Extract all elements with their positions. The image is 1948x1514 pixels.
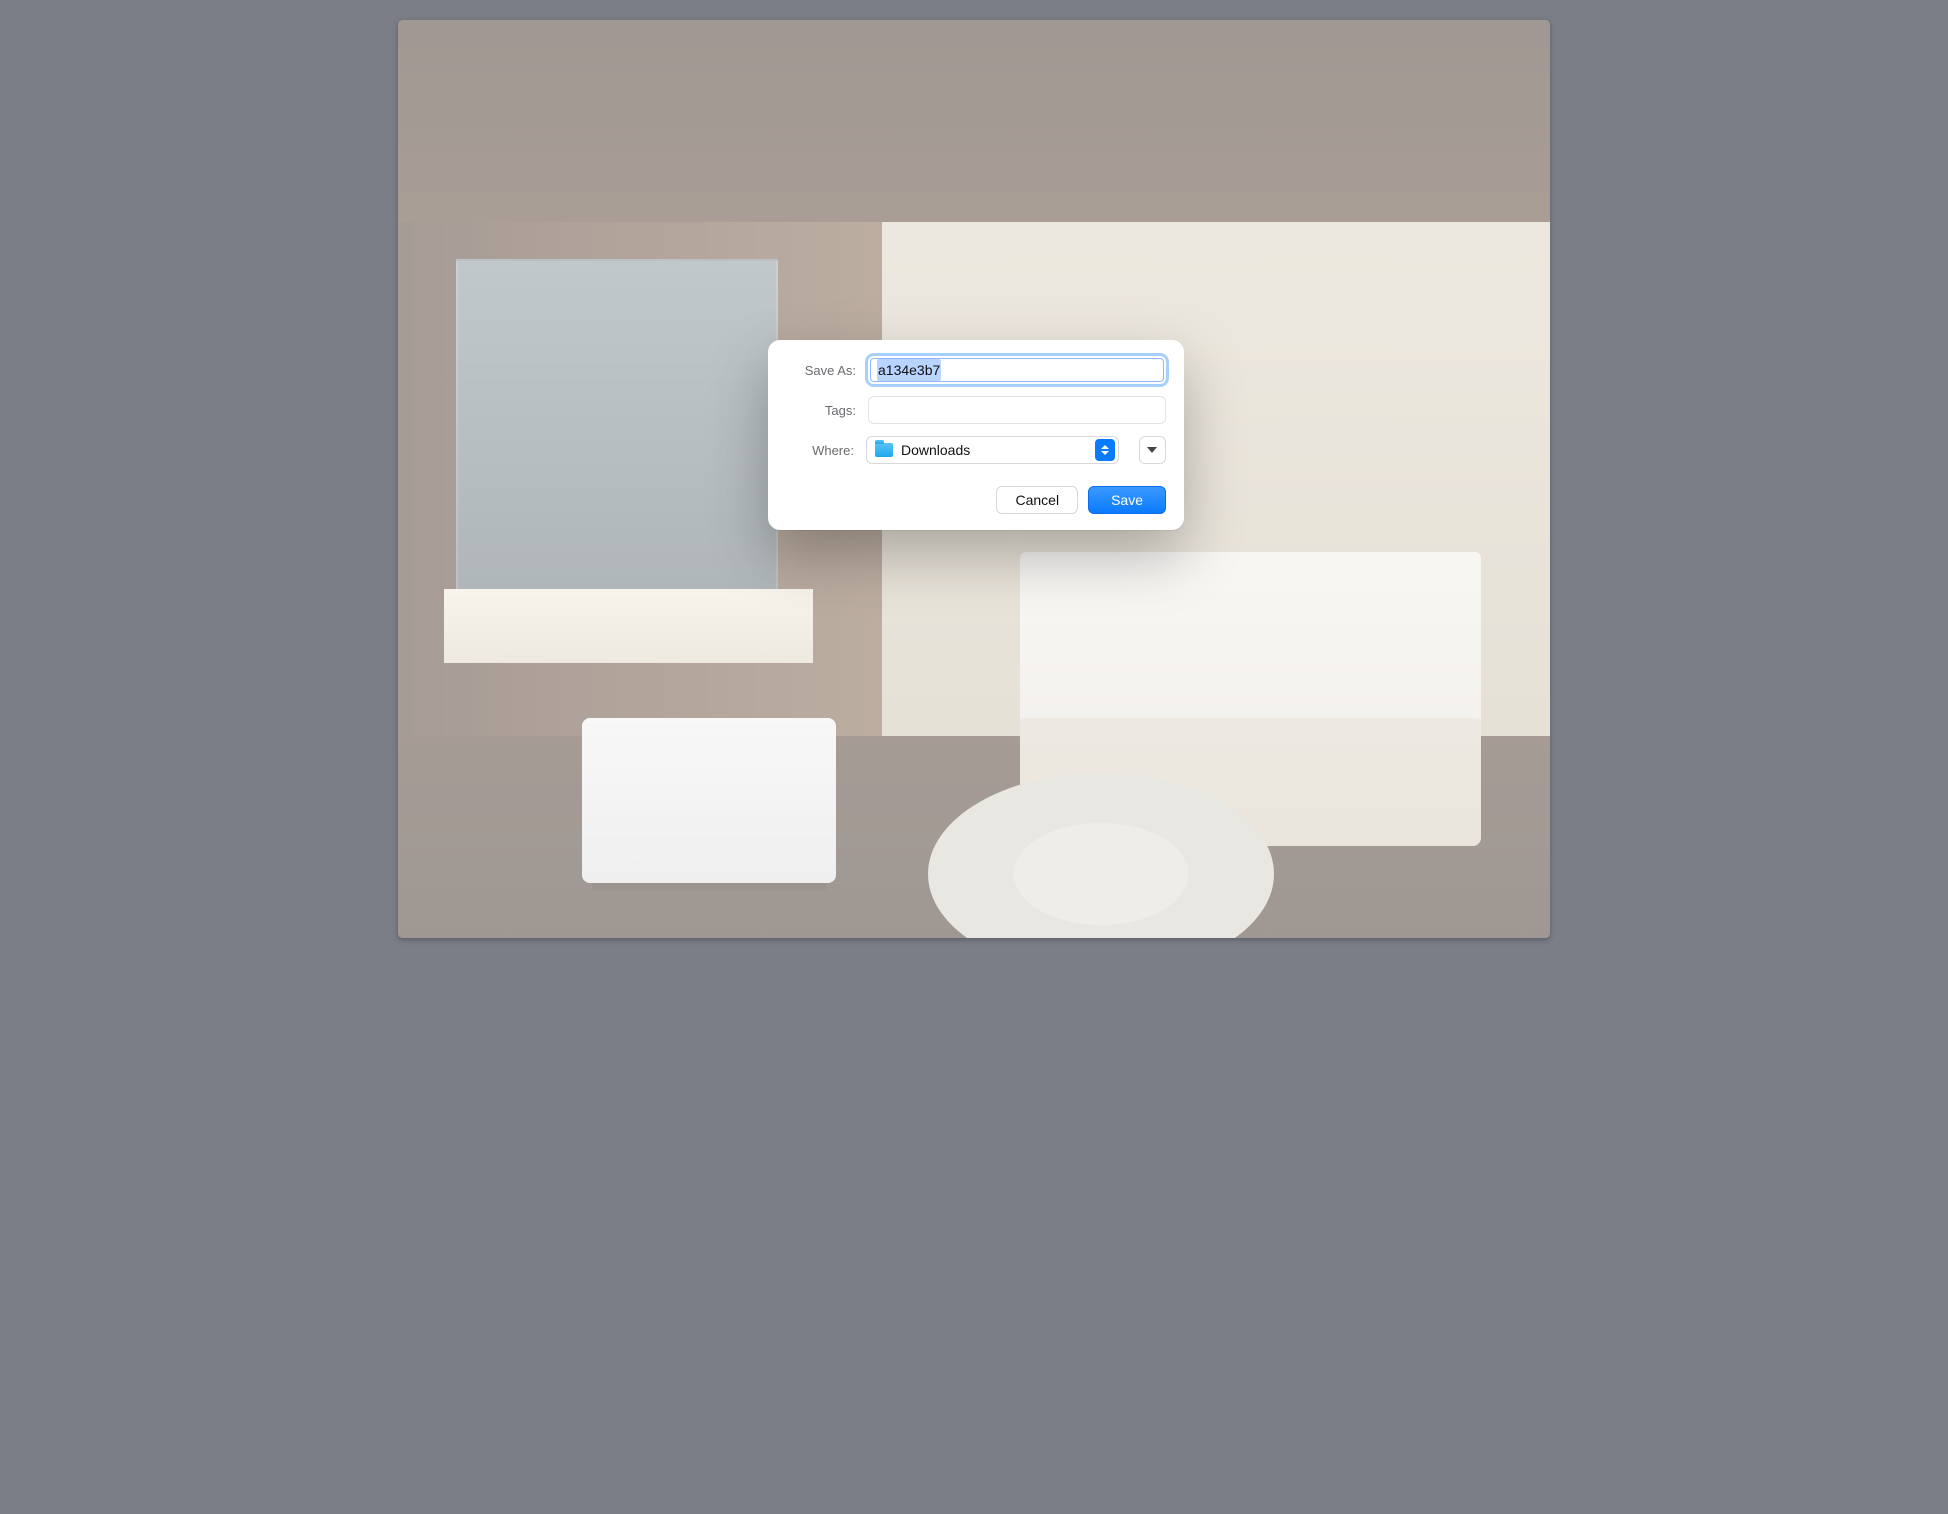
where-value: Downloads: [901, 442, 970, 458]
save-as-input-focus-ring: a134e3b7: [868, 356, 1166, 384]
where-label: Where:: [786, 443, 854, 458]
cancel-button[interactable]: Cancel: [996, 486, 1078, 514]
chevron-down-icon: [1147, 447, 1157, 453]
save-as-row: Save As: a134e3b7: [786, 356, 1166, 384]
save-as-label: Save As:: [786, 363, 856, 378]
tags-input[interactable]: [868, 396, 1166, 424]
tags-label: Tags:: [786, 403, 856, 418]
expand-dialog-button[interactable]: [1139, 436, 1166, 464]
where-stepper-icon: [1095, 439, 1115, 461]
save-as-input[interactable]: a134e3b7: [870, 358, 1164, 382]
save-as-value-selected: a134e3b7: [877, 359, 941, 381]
save-dialog: Save As: a134e3b7 Tags: Where: Downloads: [768, 340, 1184, 530]
viewport: Save As: a134e3b7 Tags: Where: Downloads: [358, 0, 1590, 958]
folder-icon: [875, 443, 893, 457]
save-button[interactable]: Save: [1088, 486, 1166, 514]
where-row: Where: Downloads: [786, 436, 1166, 464]
dialog-buttons: Cancel Save: [786, 486, 1166, 514]
tags-row: Tags:: [786, 396, 1166, 424]
where-select[interactable]: Downloads: [866, 436, 1119, 464]
